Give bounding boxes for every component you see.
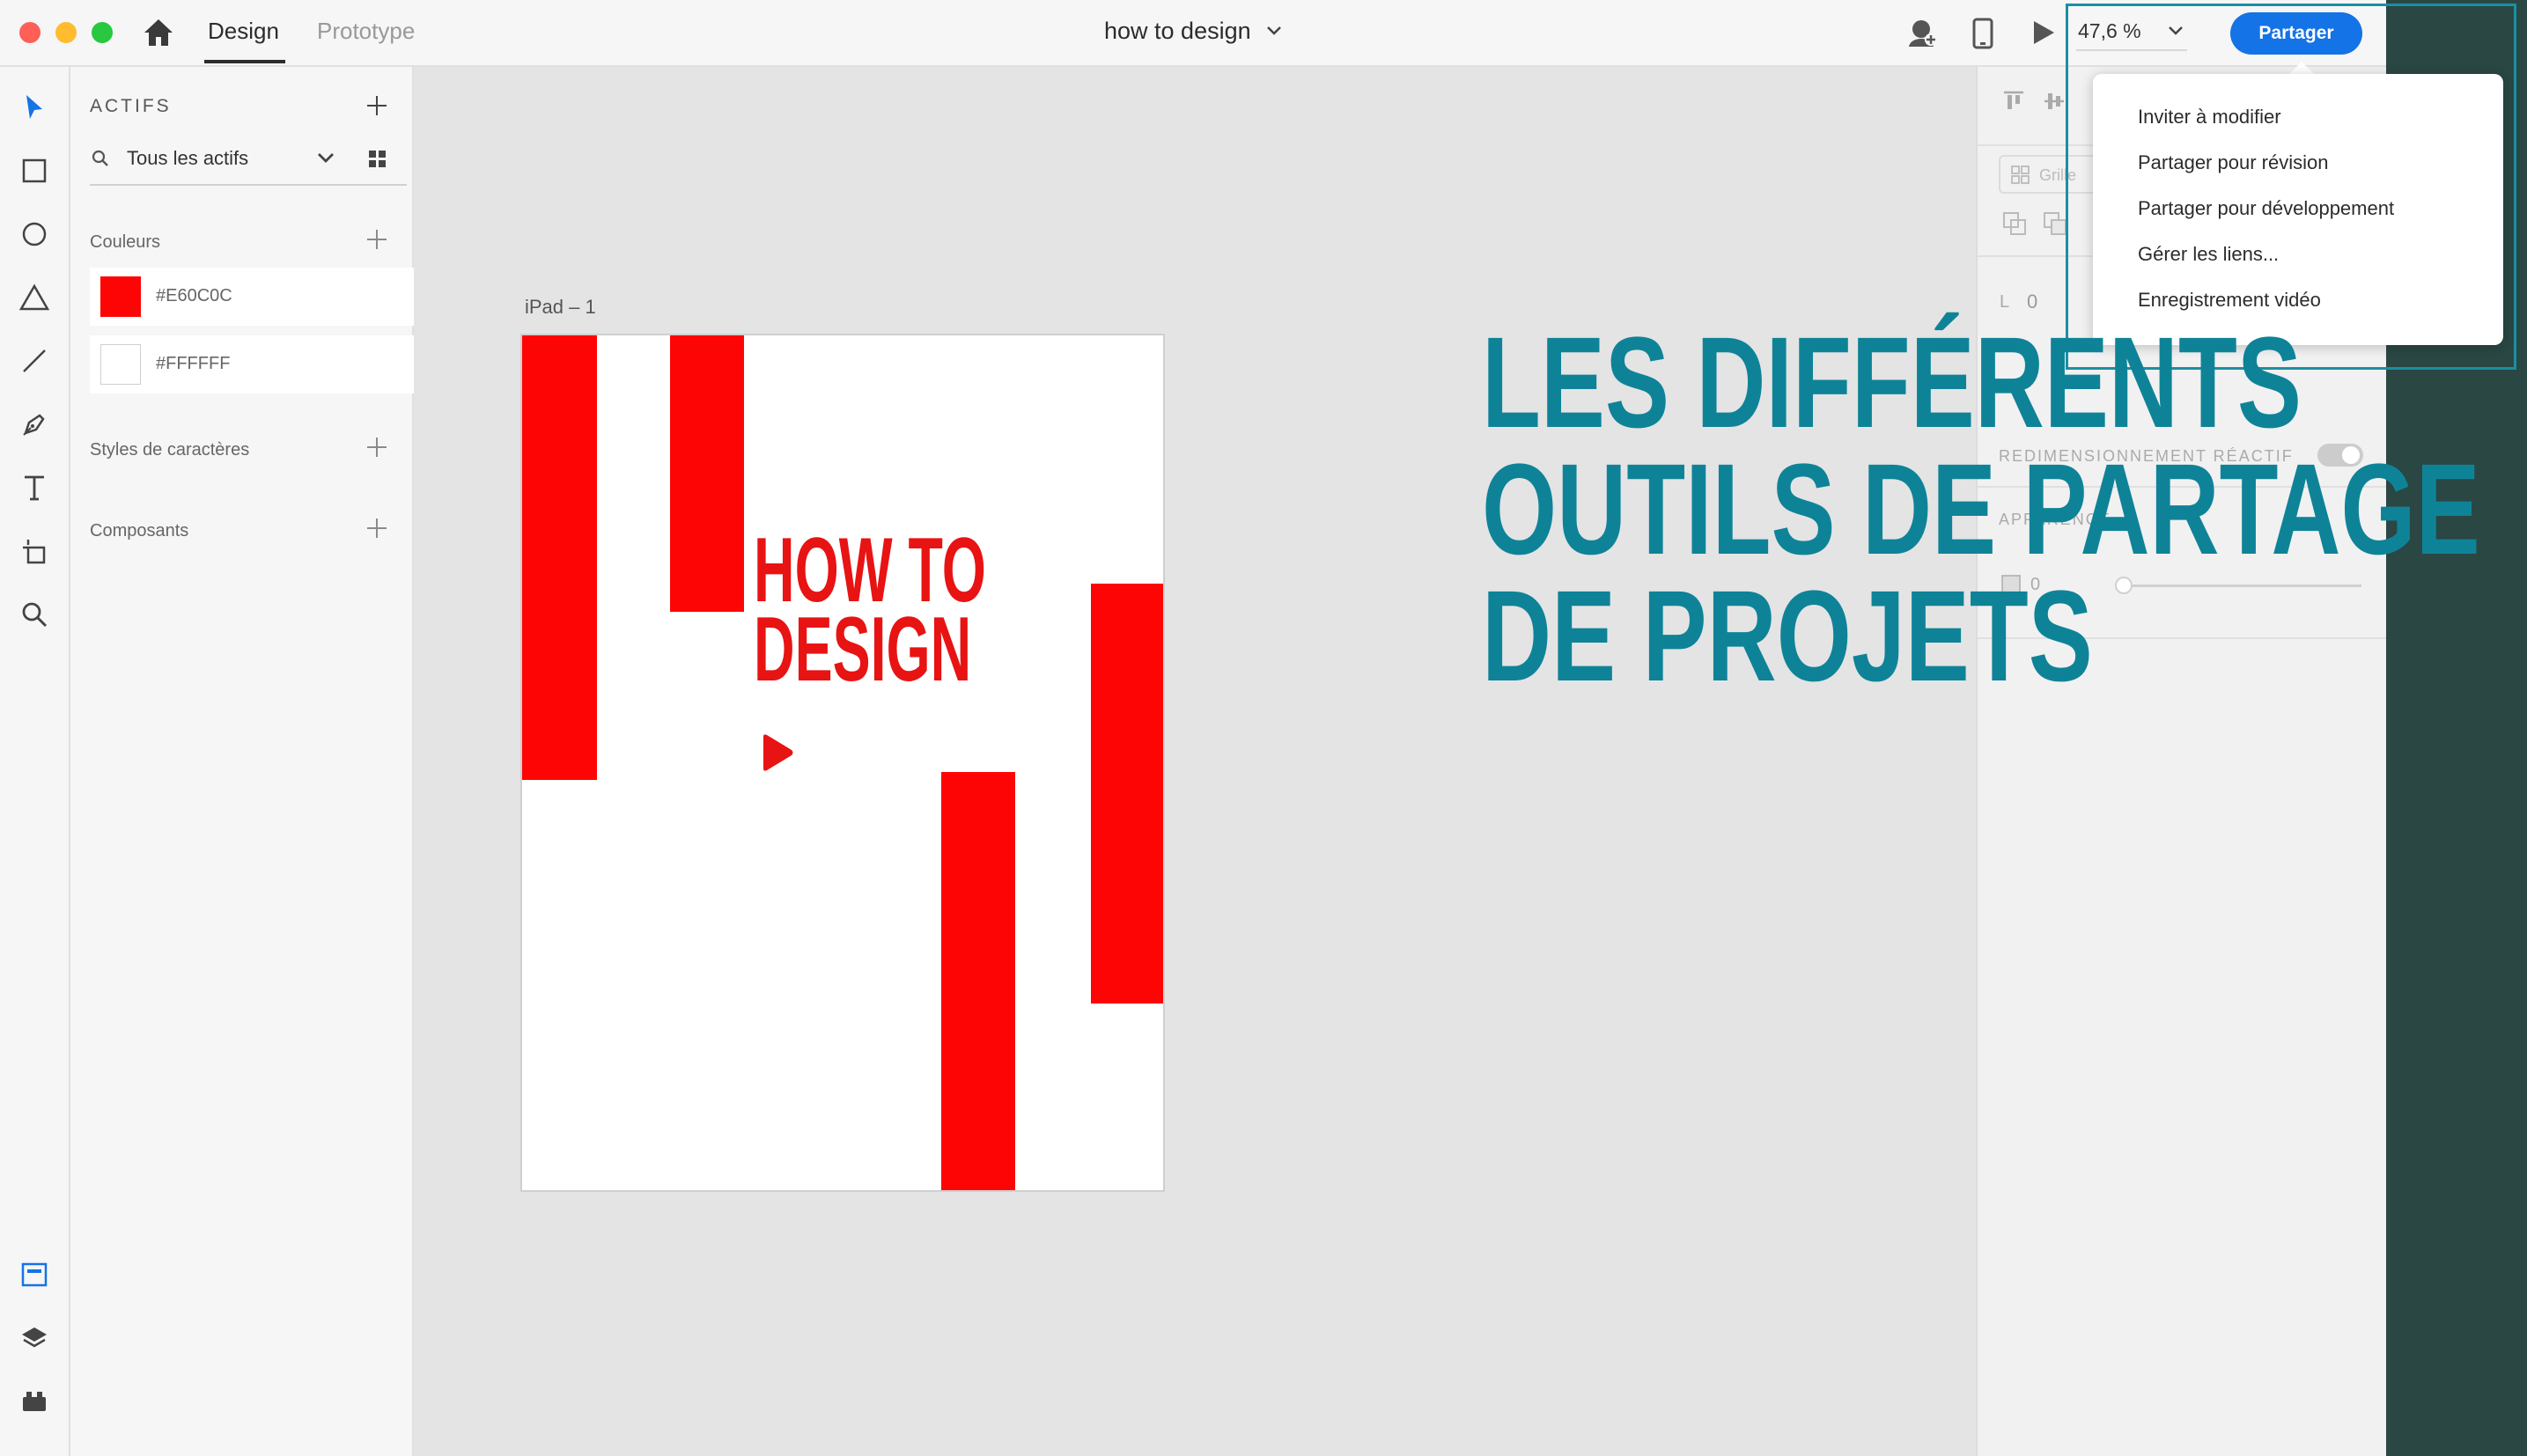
minimize-window-button[interactable] xyxy=(55,22,77,43)
xd-window: Design Prototype how to design 47,6 % Pa… xyxy=(0,0,2386,1456)
red-bar-2[interactable] xyxy=(670,335,744,612)
grid-icon xyxy=(2011,165,2030,189)
home-icon[interactable] xyxy=(143,18,174,48)
layers-icon[interactable] xyxy=(17,1320,52,1356)
device-preview-icon[interactable] xyxy=(1972,18,1993,54)
line-tool-icon[interactable] xyxy=(17,343,52,379)
color-asset-row[interactable]: #FFFFFF xyxy=(90,335,465,393)
artboard-tool-icon[interactable] xyxy=(17,533,52,569)
color-swatch xyxy=(100,344,141,385)
character-styles-section-label: Styles de caractères xyxy=(90,440,250,460)
maximize-window-button[interactable] xyxy=(92,22,113,43)
add-color-icon[interactable] xyxy=(365,228,388,251)
assets-filter-select[interactable]: Tous les actifs xyxy=(127,147,248,170)
grid-view-icon[interactable] xyxy=(368,150,387,173)
red-bar-4[interactable] xyxy=(941,772,1015,1190)
boolean-union-icon[interactable] xyxy=(2002,211,2029,242)
assets-panel-icon[interactable] xyxy=(17,1257,52,1292)
select-tool-icon[interactable] xyxy=(17,90,52,125)
active-tab-indicator xyxy=(204,60,285,63)
search-icon xyxy=(92,150,109,172)
canvas[interactable]: iPad – 1 HOW TO DESIGN xyxy=(414,67,1974,1456)
chevron-down-icon[interactable] xyxy=(1266,25,1282,41)
color-hex-label: #E60C0C xyxy=(156,286,232,305)
rectangle-tool-icon[interactable] xyxy=(17,153,52,188)
color-hex-label: #FFFFFF xyxy=(156,354,231,373)
add-character-style-icon[interactable] xyxy=(365,436,388,459)
polygon-tool-icon[interactable] xyxy=(17,280,52,315)
pen-tool-icon[interactable] xyxy=(17,407,52,442)
align-top-icon[interactable] xyxy=(2002,90,2025,117)
close-window-button[interactable] xyxy=(19,22,41,43)
add-component-icon[interactable] xyxy=(365,517,388,540)
red-bar-1[interactable] xyxy=(522,335,597,780)
zoom-tool-icon[interactable] xyxy=(17,597,52,632)
titlebar: Design Prototype how to design 47,6 % Pa… xyxy=(0,0,2386,67)
play-logo-icon[interactable] xyxy=(759,733,794,776)
artboard-title-line2: DESIGN xyxy=(754,599,972,701)
assets-panel: ACTIFS Tous les actifs Couleurs #E60C0C … xyxy=(70,67,465,1456)
play-icon[interactable] xyxy=(2031,19,2056,50)
ellipse-tool-icon[interactable] xyxy=(17,217,52,252)
tool-bar xyxy=(0,67,70,1456)
tab-prototype[interactable]: Prototype xyxy=(317,18,415,45)
align-middle-icon[interactable] xyxy=(2043,90,2066,117)
overlay-headline-line2: OUTILS DE PARTAGE xyxy=(1482,438,2480,582)
assets-panel-title: ACTIFS xyxy=(90,96,172,116)
artboard-label[interactable]: iPad – 1 xyxy=(525,296,596,319)
overlay-headline: LES DIFFÉRENTS OUTILS DE PARTAGE DE PROJ… xyxy=(1482,311,2480,709)
document-title[interactable]: how to design xyxy=(1104,18,1251,45)
overlay-headline-line1: LES DIFFÉRENTS xyxy=(1482,311,2302,455)
add-asset-icon[interactable] xyxy=(365,94,388,117)
chevron-down-icon[interactable] xyxy=(316,151,335,170)
color-asset-row[interactable]: #E60C0C xyxy=(90,268,465,326)
plugins-icon[interactable] xyxy=(17,1384,52,1419)
user-invite-icon[interactable] xyxy=(1907,18,1939,53)
red-bar-3[interactable] xyxy=(1091,584,1163,1004)
overlay-headline-line3: DE PROJETS xyxy=(1482,564,2093,709)
color-swatch xyxy=(100,276,141,317)
components-section-label: Composants xyxy=(90,521,189,540)
colors-section-label: Couleurs xyxy=(90,232,161,252)
text-tool-icon[interactable] xyxy=(17,470,52,505)
tab-design[interactable]: Design xyxy=(208,18,279,45)
filter-underline xyxy=(90,184,407,186)
artboard-title[interactable]: HOW TO DESIGN xyxy=(754,525,986,701)
artboard-ipad[interactable]: HOW TO DESIGN xyxy=(520,334,1165,1192)
width-label: L xyxy=(2000,292,2010,312)
